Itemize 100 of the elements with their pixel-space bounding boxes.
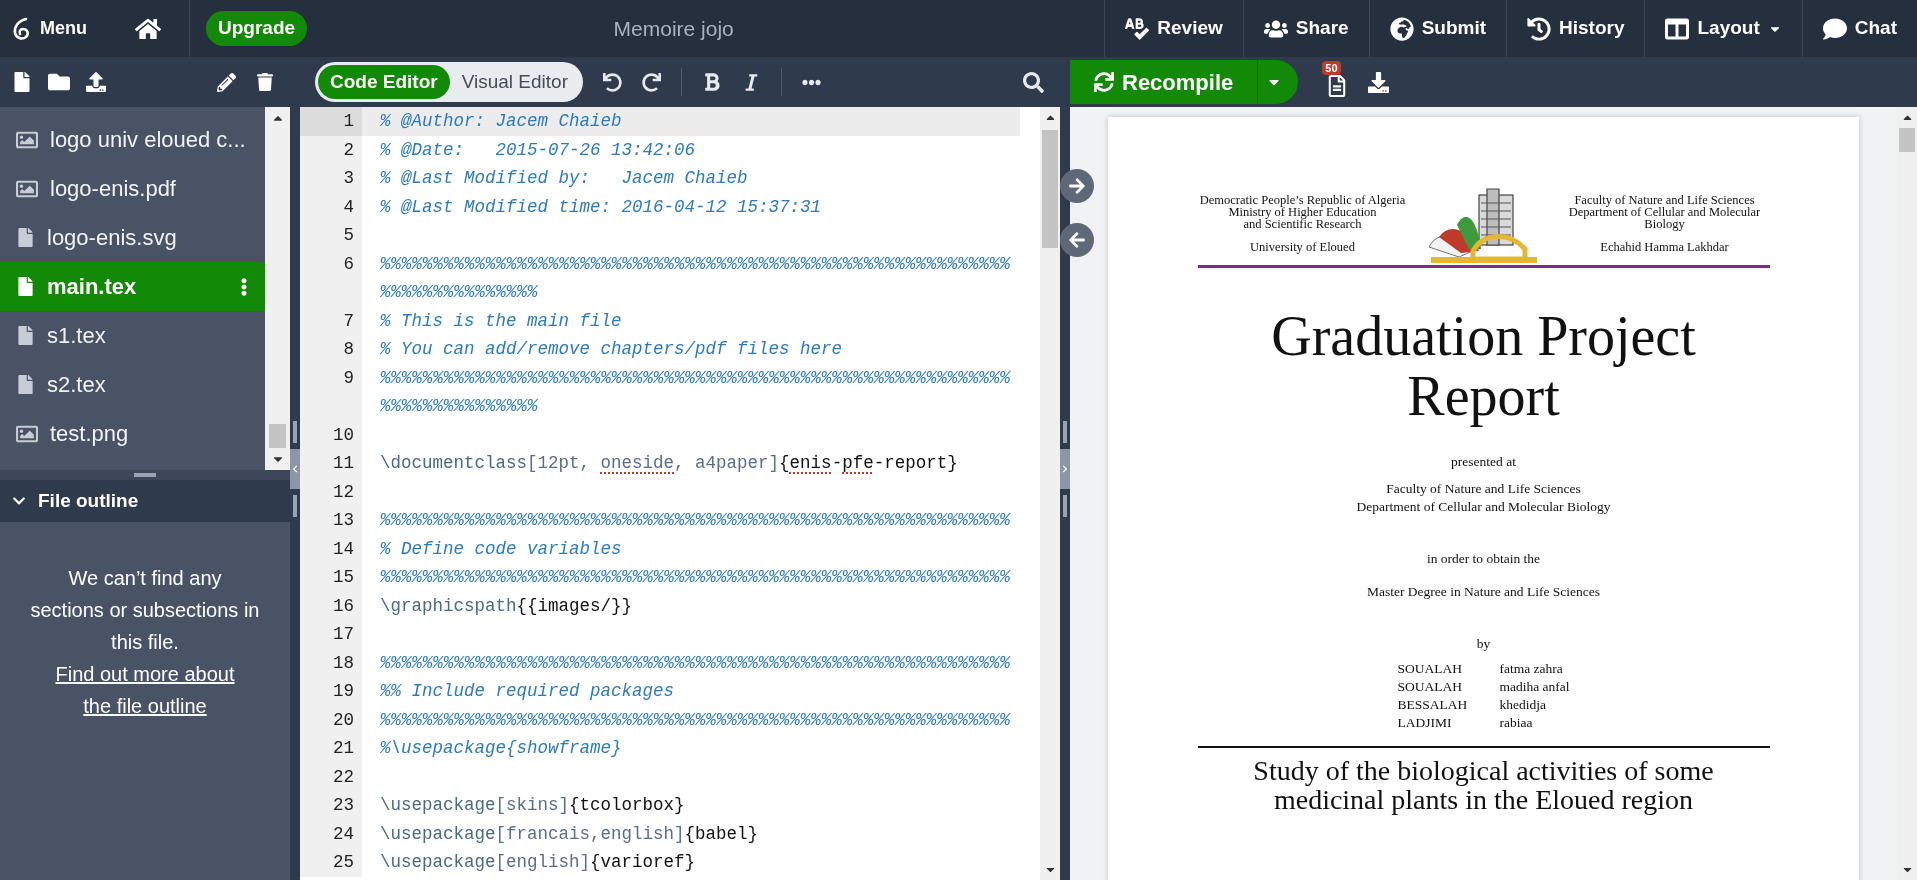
pencil-icon[interactable]: [217, 72, 236, 92]
code-line: \usepackage[english]{varioref}: [379, 851, 697, 874]
page-text: Master Degree in Nature and Life Sciences: [1366, 582, 1601, 601]
header-text: University of Eloued: [1250, 241, 1355, 253]
line-number: 7: [300, 306, 362, 335]
code-line: \usepackage[skins]{tcolorbox}: [379, 794, 686, 817]
file-item[interactable]: main.tex: [0, 262, 265, 311]
author-surname: SOUALAH: [1397, 678, 1463, 696]
code-line: \usepackage[francais,english]{babel}: [379, 822, 760, 846]
code-line: %%%%%%%%%%%%%%%%%%%%%%%%%%%%%%%%%%%%%%%%%%%%%%%%%%%%%%%%%%%%: [379, 566, 1012, 589]
code-line: % @Last Modified time: 2016-04-12 15:37:31: [379, 195, 823, 219]
globe-icon: [1389, 16, 1414, 41]
redo-icon[interactable]: [642, 72, 661, 92]
line-number: 23: [300, 791, 362, 820]
new-file-icon[interactable]: [12, 72, 32, 92]
history-icon: [1527, 16, 1551, 41]
line-number: 13: [300, 506, 362, 535]
refresh-icon: [1094, 72, 1114, 92]
upload-icon[interactable]: [86, 72, 106, 92]
line-number: 16: [300, 591, 362, 620]
line-number: 1: [300, 107, 362, 136]
code-line: %%%%%%%%%%%%%%%%%%%%%%%%%%%%%%%%%%%%%%%%%%%%%%%%%%%%%%%%%%%%%%%%%%%%%%%%%%%: [379, 366, 1012, 418]
file-icon: [16, 277, 35, 296]
arrow-right-icon: [1068, 177, 1086, 195]
author-name: rabiaa: [1499, 714, 1534, 732]
line-number: 17: [300, 620, 362, 649]
resize-grip-icon[interactable]: [293, 420, 297, 443]
columns-icon: [1665, 16, 1690, 41]
bold-icon[interactable]: [702, 72, 722, 92]
trash-icon[interactable]: [256, 73, 274, 91]
line-number: 21: [300, 734, 362, 763]
upgrade-button[interactable]: Upgrade: [206, 11, 308, 46]
code-line: % This is the main file: [379, 309, 623, 333]
editor-mode-tab[interactable]: Visual Editor: [449, 64, 580, 100]
line-number: 19: [300, 677, 362, 706]
folder-icon[interactable]: [48, 71, 70, 93]
scrollbar[interactable]: [265, 107, 290, 470]
undo-icon[interactable]: [603, 72, 622, 92]
code-line: % Define code variables: [379, 537, 623, 561]
line-number: 6: [300, 249, 362, 307]
collapse-handle[interactable]: [290, 448, 300, 489]
chat-bubble-icon: [1822, 16, 1847, 41]
line-number: 24: [300, 819, 362, 848]
file-icon: [16, 375, 35, 394]
file-icon: [16, 326, 35, 345]
line-number: 2: [300, 135, 362, 164]
file-item[interactable]: logo-enis.svg: [0, 213, 265, 262]
line-number: 14: [300, 534, 362, 563]
author-name: fatma zahra: [1499, 660, 1564, 678]
scrollbar[interactable]: [1897, 107, 1917, 880]
line-number: 11: [300, 449, 362, 478]
outline-help-link[interactable]: Find out more about the file outline: [45, 658, 245, 722]
file-item[interactable]: logo univ eloued c...: [0, 115, 265, 164]
chevron-right-icon: [1061, 464, 1069, 473]
author-surname: LADJIMI: [1397, 714, 1453, 732]
code-line: % @Last Modified by: Jacem Chaieb: [379, 167, 749, 190]
code-line: %\usepackage{showframe}: [379, 737, 623, 760]
spellcheck-icon: [1125, 16, 1150, 41]
line-number: 3: [300, 164, 362, 193]
line-number: 20: [300, 705, 362, 734]
file-item[interactable]: s1.tex: [0, 311, 265, 360]
line-number: 25: [300, 848, 362, 877]
author-name: madiha anfal: [1499, 678, 1570, 696]
line-number: 8: [300, 335, 362, 364]
line-number: 5: [300, 221, 362, 250]
line-number: 15: [300, 563, 362, 592]
file-icon: [16, 228, 35, 247]
line-number: 4: [300, 192, 362, 221]
outline-message: We can’t find any sections or subsections in this file.: [30, 566, 260, 655]
file-item[interactable]: s2.tex: [0, 360, 265, 409]
download-icon[interactable]: [1368, 71, 1390, 93]
header-text: Faculty of Nature and Life Sciences Department of Cellular and Molecular Biology: [1568, 194, 1761, 230]
scrollbar-thumb[interactable]: [1042, 130, 1058, 248]
report-title: Graduation Project Report: [1271, 306, 1696, 426]
menu-button[interactable]: Menu: [0, 15, 99, 42]
code-line: %%%%%%%%%%%%%%%%%%%%%%%%%%%%%%%%%%%%%%%%%%%%%%%%%%%%%%%%%%%%: [379, 509, 1012, 532]
editor-mode-tab[interactable]: Code Editor: [318, 64, 450, 100]
search-icon[interactable]: [1023, 71, 1044, 93]
project-title: Memoire jojo: [613, 15, 734, 42]
header-text: Democratic People’s Republic of Algeria Ministry of Higher Education and Scientific Research: [1199, 194, 1406, 230]
line-number: 9: [300, 363, 362, 421]
scrollbar-thumb[interactable]: [269, 424, 286, 448]
code-line: %%%%%%%%%%%%%%%%%%%%%%%%%%%%%%%%%%%%%%%%%%%%%%%%%%%%%%%%%%%%: [379, 651, 1012, 675]
code-line: \documentclass[12pt, oneside, a4paper]{enis-pfe-report}: [379, 452, 959, 475]
line-number: 12: [300, 477, 362, 506]
arrow-left-icon: [1068, 231, 1086, 249]
code-line: %%%%%%%%%%%%%%%%%%%%%%%%%%%%%%%%%%%%%%%%%%%%%%%%%%%%%%%%%%%%: [379, 708, 1012, 732]
line-number: 10: [300, 420, 362, 449]
scrollbar-thumb[interactable]: [1899, 128, 1915, 152]
author-surname: BESSALAH: [1397, 696, 1469, 714]
scrollbar[interactable]: [1040, 107, 1060, 880]
code-line: %% Include required packages: [379, 680, 676, 703]
file-item[interactable]: logo-enis.pdf: [0, 164, 265, 213]
page-text: in order to obtain the: [1426, 550, 1541, 569]
page-text: by: [1476, 634, 1491, 653]
collapse-handle[interactable]: [1060, 448, 1070, 489]
file-item[interactable]: test.png: [0, 409, 265, 458]
outline-header[interactable]: File outline: [0, 480, 290, 522]
header-text: Echahid Hamma Lakhdar: [1600, 241, 1729, 253]
code-line: %%%%%%%%%%%%%%%%%%%%%%%%%%%%%%%%%%%%%%%%%%%%%%%%%%%%%%%%%%%%%%%%%%%%%%%%%%%: [379, 252, 1012, 304]
